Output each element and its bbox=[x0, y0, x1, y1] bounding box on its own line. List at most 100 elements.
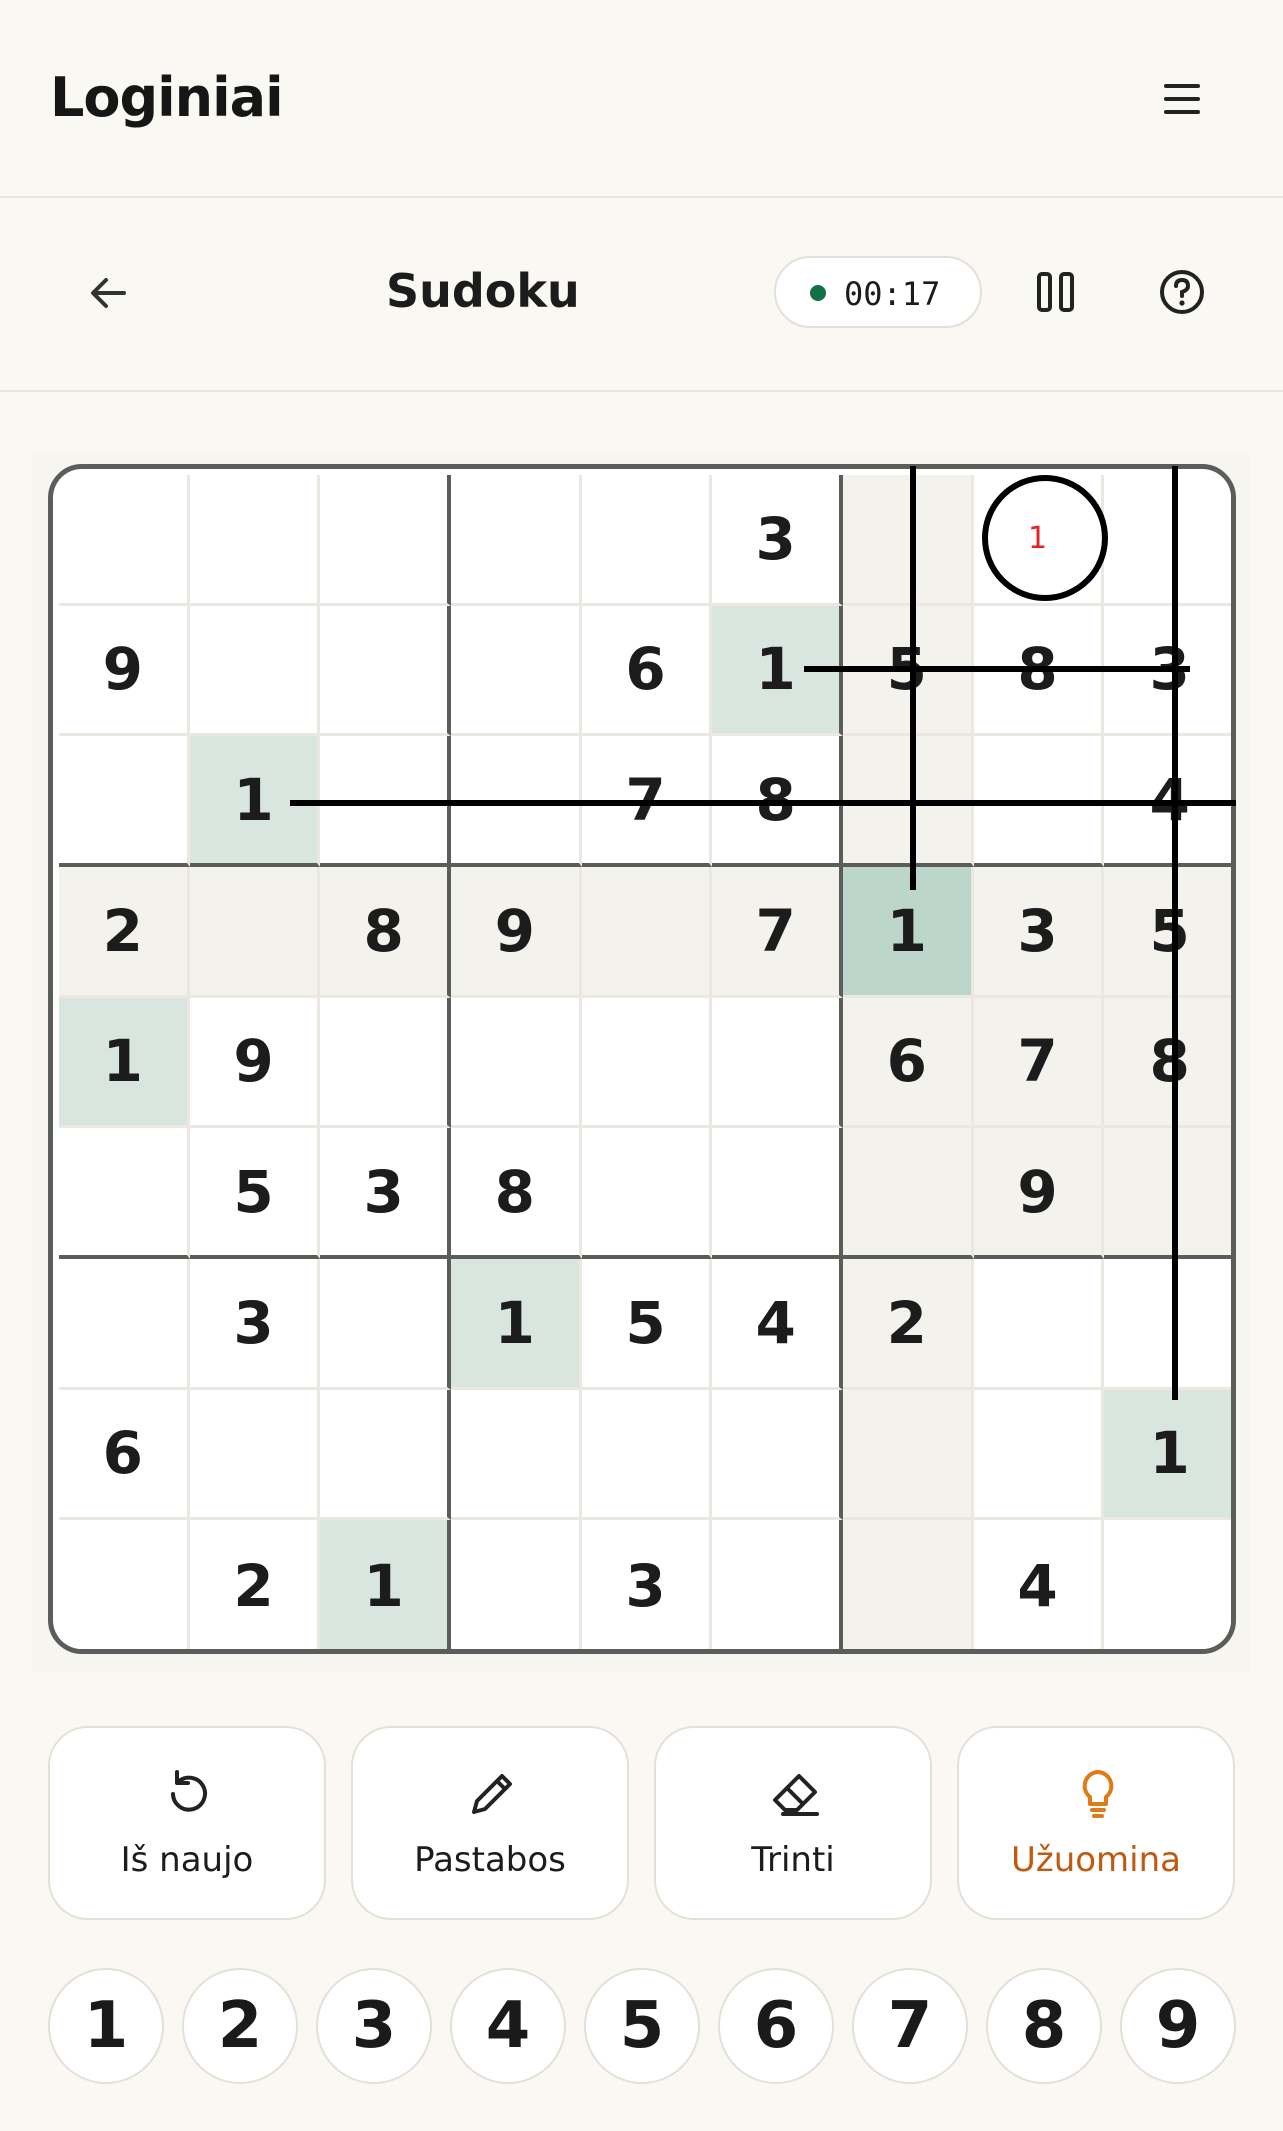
sudoku-cell[interactable]: 3 bbox=[973, 867, 1105, 998]
sudoku-cell[interactable] bbox=[1104, 1128, 1231, 1259]
sudoku-cell[interactable]: 8 bbox=[451, 1128, 582, 1259]
sudoku-cell[interactable]: 4 bbox=[712, 1259, 843, 1390]
sudoku-cell[interactable]: 6 bbox=[581, 605, 713, 737]
sudoku-cell[interactable]: 8 bbox=[320, 867, 451, 998]
sudoku-cell[interactable] bbox=[581, 1128, 713, 1259]
sudoku-cell[interactable]: 5 bbox=[1104, 867, 1231, 998]
sudoku-cell[interactable] bbox=[712, 1128, 843, 1259]
lightbulb-icon bbox=[1082, 1770, 1114, 1818]
sudoku-cell[interactable] bbox=[843, 475, 974, 606]
number-button-5[interactable]: 5 bbox=[584, 1968, 700, 2084]
sudoku-cell[interactable] bbox=[189, 867, 321, 998]
sudoku-cell[interactable]: 1 bbox=[189, 736, 321, 867]
sudoku-cell[interactable]: 1 bbox=[451, 1259, 582, 1390]
sudoku-cell[interactable]: 2 bbox=[59, 867, 190, 998]
sudoku-cell[interactable]: 5 bbox=[843, 605, 974, 737]
sudoku-cell[interactable] bbox=[1104, 1259, 1231, 1390]
sudoku-cell[interactable] bbox=[843, 1520, 974, 1649]
restart-button[interactable]: Iš naujo bbox=[48, 1726, 326, 1920]
sudoku-cell[interactable]: 7 bbox=[581, 736, 713, 867]
sudoku-cell[interactable]: 8 bbox=[973, 605, 1105, 737]
sudoku-cell[interactable] bbox=[451, 605, 582, 737]
sudoku-cell[interactable] bbox=[59, 736, 190, 867]
number-button-2[interactable]: 2 bbox=[182, 1968, 298, 2084]
hamburger-menu-icon[interactable] bbox=[1164, 84, 1200, 114]
sudoku-cell[interactable]: 8 bbox=[712, 736, 843, 867]
sudoku-cell[interactable]: 9 bbox=[973, 1128, 1105, 1259]
app-logo[interactable]: Loginiai bbox=[50, 66, 284, 129]
sudoku-cell[interactable]: 1 bbox=[712, 605, 843, 737]
sudoku-cell[interactable]: 3 bbox=[1104, 605, 1231, 737]
sudoku-cell[interactable]: 3 bbox=[712, 475, 843, 606]
sudoku-cell[interactable]: 7 bbox=[712, 867, 843, 998]
notes-button[interactable]: Pastabos bbox=[351, 1726, 629, 1920]
number-button-7[interactable]: 7 bbox=[852, 1968, 968, 2084]
sudoku-cell[interactable]: 5 bbox=[581, 1259, 713, 1390]
sudoku-cell[interactable] bbox=[973, 1259, 1105, 1390]
sudoku-cell[interactable]: 1 bbox=[973, 475, 1105, 606]
sudoku-cell[interactable] bbox=[973, 1389, 1105, 1521]
sudoku-cell[interactable] bbox=[843, 1389, 974, 1521]
sudoku-cell[interactable]: 2 bbox=[843, 1259, 974, 1390]
sudoku-cell[interactable] bbox=[320, 1389, 451, 1521]
back-arrow-icon[interactable] bbox=[84, 268, 134, 318]
sudoku-cell[interactable] bbox=[189, 1389, 321, 1521]
sudoku-cell[interactable] bbox=[189, 475, 321, 606]
sudoku-cell[interactable] bbox=[451, 1389, 582, 1521]
sudoku-cell[interactable] bbox=[451, 475, 582, 606]
sudoku-cell[interactable] bbox=[320, 736, 451, 867]
sudoku-cell[interactable]: 6 bbox=[59, 1389, 190, 1521]
sudoku-cell[interactable]: 1 bbox=[843, 867, 974, 998]
sudoku-cell[interactable] bbox=[712, 1389, 843, 1521]
sudoku-cell[interactable] bbox=[451, 736, 582, 867]
sudoku-cell[interactable] bbox=[843, 736, 974, 867]
sudoku-cell[interactable] bbox=[189, 605, 321, 737]
erase-button[interactable]: Trinti bbox=[654, 1726, 932, 1920]
sudoku-cell[interactable] bbox=[320, 475, 451, 606]
sudoku-cell[interactable] bbox=[843, 1128, 974, 1259]
sudoku-cell[interactable] bbox=[451, 1520, 582, 1649]
sudoku-cell[interactable] bbox=[1104, 475, 1231, 606]
sudoku-cell[interactable]: 3 bbox=[581, 1520, 713, 1649]
number-button-8[interactable]: 8 bbox=[986, 1968, 1102, 2084]
sudoku-cell[interactable]: 1 bbox=[320, 1520, 451, 1649]
sudoku-cell[interactable]: 4 bbox=[1104, 736, 1231, 867]
sudoku-cell[interactable]: 1 bbox=[1104, 1389, 1231, 1521]
sudoku-cell[interactable]: 9 bbox=[189, 997, 321, 1129]
sudoku-cell[interactable]: 5 bbox=[189, 1128, 321, 1259]
sudoku-cell[interactable]: 6 bbox=[843, 997, 974, 1129]
sudoku-cell[interactable]: 9 bbox=[451, 867, 582, 998]
sudoku-cell[interactable] bbox=[1104, 1520, 1231, 1649]
hint-button[interactable]: Užuomina bbox=[957, 1726, 1235, 1920]
sudoku-cell[interactable] bbox=[712, 1520, 843, 1649]
sudoku-cell[interactable]: 7 bbox=[973, 997, 1105, 1129]
sudoku-cell[interactable] bbox=[581, 475, 713, 606]
sudoku-cell[interactable]: 4 bbox=[973, 1520, 1105, 1649]
sudoku-cell[interactable]: 2 bbox=[189, 1520, 321, 1649]
sudoku-cell[interactable] bbox=[59, 475, 190, 606]
sudoku-cell[interactable]: 9 bbox=[59, 605, 190, 737]
sudoku-cell[interactable] bbox=[59, 1520, 190, 1649]
sudoku-cell[interactable] bbox=[581, 1389, 713, 1521]
number-button-1[interactable]: 1 bbox=[48, 1968, 164, 2084]
sudoku-cell[interactable] bbox=[59, 1128, 190, 1259]
sudoku-cell[interactable]: 1 bbox=[59, 997, 190, 1129]
sudoku-cell[interactable] bbox=[59, 1259, 190, 1390]
sudoku-cell[interactable] bbox=[973, 736, 1105, 867]
sudoku-cell[interactable]: 3 bbox=[320, 1128, 451, 1259]
number-button-6[interactable]: 6 bbox=[718, 1968, 834, 2084]
sudoku-cell[interactable] bbox=[581, 997, 713, 1129]
sudoku-cell[interactable] bbox=[451, 997, 582, 1129]
sudoku-cell[interactable]: 3 bbox=[189, 1259, 321, 1390]
sudoku-cell[interactable] bbox=[712, 997, 843, 1129]
sudoku-cell[interactable]: 8 bbox=[1104, 997, 1231, 1129]
pause-icon[interactable] bbox=[1036, 270, 1076, 314]
help-icon[interactable] bbox=[1158, 268, 1206, 316]
number-button-4[interactable]: 4 bbox=[450, 1968, 566, 2084]
number-button-9[interactable]: 9 bbox=[1120, 1968, 1236, 2084]
sudoku-cell[interactable] bbox=[320, 997, 451, 1129]
number-button-3[interactable]: 3 bbox=[316, 1968, 432, 2084]
sudoku-cell[interactable] bbox=[320, 605, 451, 737]
sudoku-cell[interactable] bbox=[581, 867, 713, 998]
sudoku-cell[interactable] bbox=[320, 1259, 451, 1390]
